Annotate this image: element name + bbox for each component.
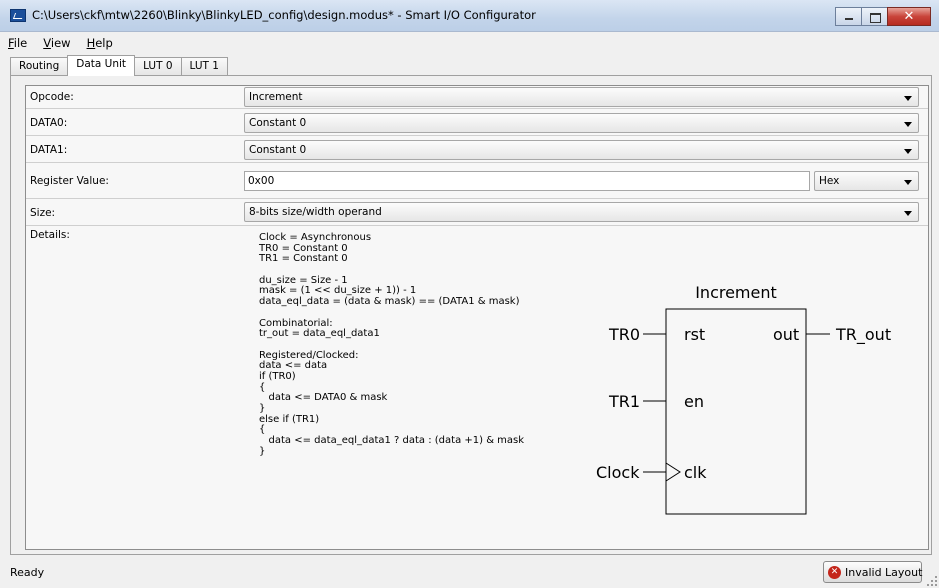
details-label: Details: <box>30 229 70 241</box>
tab-lut-1[interactable]: LUT 1 <box>180 57 228 76</box>
window-controls: ✕ <box>835 7 931 26</box>
register-value-input[interactable] <box>248 175 548 187</box>
chevron-down-icon <box>904 149 912 154</box>
size-value: 8-bits size/width operand <box>249 206 382 218</box>
close-button[interactable]: ✕ <box>887 7 931 26</box>
details-line: data_eql_data = (data & mask) == (DATA1 … <box>259 296 520 308</box>
status-text: Ready <box>10 566 45 579</box>
close-icon: ✕ <box>903 9 915 24</box>
opcode-select[interactable]: Increment <box>244 87 919 107</box>
port-rst-label: rst <box>684 325 705 344</box>
details-line: if (TR0) <box>259 370 296 382</box>
details-line: data <= data <box>259 360 328 372</box>
size-label: Size: <box>30 207 56 219</box>
details-text: Clock = Asynchronous TR0 = Constant 0 TR… <box>259 232 525 457</box>
details-line: tr_out = data_eql_data1 <box>259 328 380 340</box>
window-title: C:\Users\ckf\mtw\2260\Blinky\BlinkyLED_c… <box>32 8 536 22</box>
menu-file[interactable]: File <box>8 34 27 52</box>
resize-grip-icon[interactable] <box>927 576 937 586</box>
data1-value: Constant 0 <box>249 144 307 156</box>
port-en-label: en <box>684 392 704 411</box>
increment-block-diagram: Increment TR0 rst TR1 en Clock clk out T… <box>596 283 891 515</box>
data1-label: DATA1: <box>30 144 68 156</box>
invalid-layout-button[interactable]: ✕ Invalid Layout <box>823 561 922 583</box>
chevron-down-icon <box>904 180 912 185</box>
diagram-title: Increment <box>695 283 777 302</box>
error-icon: ✕ <box>828 566 841 579</box>
title-bar: C:\Users\ckf\mtw\2260\Blinky\BlinkyLED_c… <box>0 0 939 32</box>
menu-bar: File View Help <box>0 34 939 52</box>
input-tr1-label: TR1 <box>608 392 640 411</box>
details-line <box>259 308 524 319</box>
details-row: Details: Clock = Asynchronous TR0 = Cons… <box>26 226 928 550</box>
port-out-label: out <box>773 325 799 344</box>
size-select[interactable]: 8-bits size/width operand <box>244 202 919 222</box>
details-line: data <= DATA0 & mask <box>259 392 388 404</box>
app-icon <box>10 9 26 22</box>
invalid-layout-label: Invalid Layout <box>845 566 923 579</box>
details-line: else if (TR1) <box>259 413 320 425</box>
menu-view-label: iew <box>50 36 71 50</box>
minimize-button[interactable] <box>835 7 862 26</box>
data-unit-form: Opcode: Increment DATA0: Constant 0 DATA… <box>25 85 929 550</box>
register-label: Register Value: <box>30 175 109 187</box>
data1-select[interactable]: Constant 0 <box>244 140 919 160</box>
details-line: data <= data_eql_data1 ? data : (data +1… <box>259 435 525 447</box>
opcode-row: Opcode: Increment <box>26 86 928 109</box>
maximize-button[interactable] <box>861 7 888 26</box>
input-tr0-label: TR0 <box>608 325 640 344</box>
details-line <box>259 340 524 351</box>
tab-lut-0[interactable]: LUT 0 <box>134 57 182 76</box>
register-row: Register Value: Hex <box>26 163 928 199</box>
menu-view[interactable]: View <box>43 34 70 52</box>
register-value-field[interactable] <box>244 171 810 191</box>
opcode-label: Opcode: <box>30 91 74 103</box>
chevron-down-icon <box>904 96 912 101</box>
menu-file-label: ile <box>13 36 28 50</box>
clock-edge-symbol <box>665 462 681 482</box>
details-line: } <box>259 445 266 457</box>
menu-help-label: elp <box>95 36 113 50</box>
port-clk-label: clk <box>684 463 707 482</box>
output-tr-out-label: TR_out <box>835 325 891 345</box>
menu-help[interactable]: Help <box>87 34 113 52</box>
register-format-select[interactable]: Hex <box>814 171 919 191</box>
data0-row: DATA0: Constant 0 <box>26 109 928 136</box>
data0-label: DATA0: <box>30 117 68 129</box>
data1-row: DATA1: Constant 0 <box>26 136 928 163</box>
data0-value: Constant 0 <box>249 117 307 129</box>
tab-data-unit[interactable]: Data Unit <box>67 55 136 76</box>
opcode-value: Increment <box>249 91 303 103</box>
size-row: Size: 8-bits size/width operand <box>26 199 928 226</box>
chevron-down-icon <box>904 122 912 127</box>
tab-strip: Routing Data Unit LUT 0 LUT 1 <box>10 55 228 76</box>
tab-panel: Opcode: Increment DATA0: Constant 0 DATA… <box>10 75 932 555</box>
chevron-down-icon <box>904 211 912 216</box>
details-line: TR1 = Constant 0 <box>259 253 348 265</box>
status-bar: Ready ✕ Invalid Layout <box>0 556 939 588</box>
register-format-value: Hex <box>819 175 840 187</box>
tab-routing[interactable]: Routing <box>10 57 69 76</box>
data0-select[interactable]: Constant 0 <box>244 113 919 133</box>
input-clock-label: Clock <box>596 463 640 482</box>
